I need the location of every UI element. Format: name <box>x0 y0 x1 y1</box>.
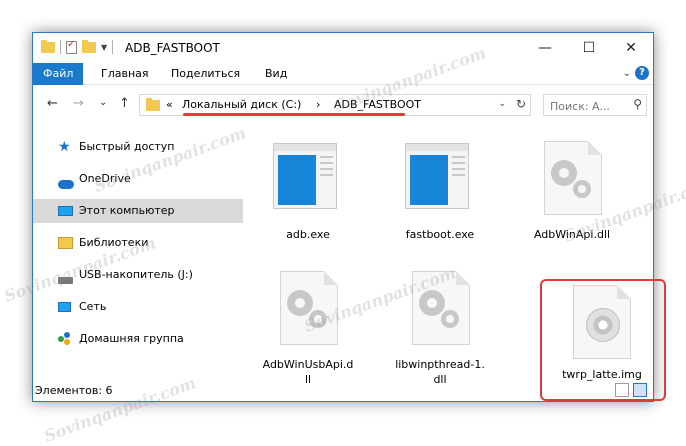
window-title: ADB_FASTBOOT <box>125 41 220 55</box>
file-item-adbwinusbapi-dll[interactable]: AdbWinUsbApi.d ll <box>253 259 363 386</box>
maximize-button[interactable]: ☐ <box>567 33 611 63</box>
dll-gear-icon <box>280 271 338 345</box>
tab-home[interactable]: Главная <box>91 63 159 85</box>
sidebar-item-onedrive[interactable]: OneDrive <box>33 167 243 191</box>
file-name: fastboot.exe <box>405 228 475 241</box>
file-name-line: AdbWinUsbApi.d <box>262 358 354 371</box>
ribbon-tabs: Файл Главная Поделиться Вид ⌄ ? <box>33 63 653 85</box>
search-icon[interactable]: ⚲ <box>633 97 642 111</box>
new-folder-icon[interactable] <box>82 39 96 53</box>
file-item-libwinpthread-dll[interactable]: libwinpthread-1. dll <box>385 259 495 386</box>
refresh-icon[interactable]: ↻ <box>516 97 526 111</box>
sidebar-item-label: OneDrive <box>79 172 131 185</box>
back-arrow-icon[interactable]: ← <box>47 96 58 111</box>
sidebar-item-label: Быстрый доступ <box>79 140 175 153</box>
toolbar-divider <box>112 40 114 54</box>
large-icons-view-icon[interactable] <box>633 383 647 397</box>
breadcrumb-adb-fastboot[interactable]: ADB_FASTBOOT <box>334 98 421 111</box>
address-dropdown-icon[interactable]: ⌄ <box>498 99 506 109</box>
toolbar-divider <box>60 40 61 54</box>
sidebar-item-label: Библиотеки <box>79 236 149 249</box>
sidebar-item-libraries[interactable]: Библиотеки <box>33 231 243 255</box>
close-button[interactable]: ✕ <box>609 33 653 63</box>
minimize-button[interactable]: — <box>523 33 567 63</box>
executable-icon <box>273 143 337 209</box>
homegroup-icon <box>58 332 74 346</box>
library-icon <box>58 236 74 250</box>
tab-share[interactable]: Поделиться <box>161 63 250 85</box>
explorer-window: ▼ ADB_FASTBOOT — ☐ ✕ Файл Главная Подели… <box>32 32 666 402</box>
quick-access-toolbar: ▼ <box>41 39 114 54</box>
file-name-line: libwinpthread-1. <box>395 358 485 371</box>
tab-view[interactable]: Вид <box>255 63 297 85</box>
folder-icon[interactable] <box>41 39 55 53</box>
cloud-icon <box>58 172 74 189</box>
recent-locations-chevron-icon[interactable]: ⌄ <box>99 97 107 108</box>
file-name: adb.exe <box>286 228 330 241</box>
file-item-fastboot-exe[interactable]: fastboot.exe <box>385 129 495 249</box>
dll-gear-icon <box>412 271 470 345</box>
sidebar-item-this-pc[interactable]: Этот компьютер <box>33 199 243 223</box>
file-list: adb.exe fastboot.exe AdbWinApi.dll AdbWi… <box>253 129 666 401</box>
sidebar-item-label: Этот компьютер <box>79 204 175 217</box>
tab-file[interactable]: Файл <box>33 63 84 85</box>
title-bar: ▼ ADB_FASTBOOT — ☐ ✕ <box>33 33 653 63</box>
address-folder-icon <box>146 98 160 111</box>
status-bar: Элементов: 6 <box>33 381 653 401</box>
customize-toolbar-dropdown-icon[interactable]: ▼ <box>101 43 107 52</box>
usb-drive-icon <box>58 268 74 284</box>
details-view-icon[interactable] <box>615 383 629 397</box>
file-item-adb-exe[interactable]: adb.exe <box>253 129 363 249</box>
forward-arrow-icon[interactable]: → <box>73 96 84 111</box>
computer-icon <box>58 204 74 218</box>
expand-ribbon-chevron-icon[interactable]: ⌄ <box>623 68 631 79</box>
item-count: Элементов: 6 <box>35 384 113 397</box>
navigation-bar: ← → ⌄ ↑ « Локальный диск (C:) › ADB_FAST… <box>33 85 653 123</box>
sidebar-item-label: Сеть <box>79 300 107 313</box>
file-name: AdbWinApi.dll <box>533 228 611 241</box>
address-overflow[interactable]: « <box>166 98 173 111</box>
breadcrumb-separator[interactable]: › <box>316 98 320 111</box>
up-arrow-icon[interactable]: ↑ <box>119 96 130 111</box>
sidebar-item-quick-access[interactable]: ★ Быстрый доступ <box>33 135 243 159</box>
breadcrumb-local-disk[interactable]: Локальный диск (C:) <box>182 98 301 111</box>
executable-icon <box>405 143 469 209</box>
properties-icon[interactable] <box>66 39 77 54</box>
sidebar-item-usb-drive[interactable]: USB-накопитель (J:) <box>33 263 243 287</box>
search-input[interactable] <box>544 95 634 117</box>
sidebar-item-label: USB-накопитель (J:) <box>79 268 193 281</box>
sidebar-item-label: Домашняя группа <box>79 332 184 345</box>
sidebar-item-homegroup[interactable]: Домашняя группа <box>33 327 243 351</box>
address-highlight-underline <box>183 113 405 116</box>
search-box[interactable]: ⚲ <box>543 94 647 117</box>
sidebar-item-network[interactable]: Сеть <box>33 295 243 319</box>
star-icon: ★ <box>58 139 71 155</box>
file-item-adbwinapi-dll[interactable]: AdbWinApi.dll <box>517 129 627 249</box>
dll-gear-icon <box>544 141 602 215</box>
help-icon[interactable]: ? <box>635 66 649 80</box>
network-icon <box>58 300 74 314</box>
